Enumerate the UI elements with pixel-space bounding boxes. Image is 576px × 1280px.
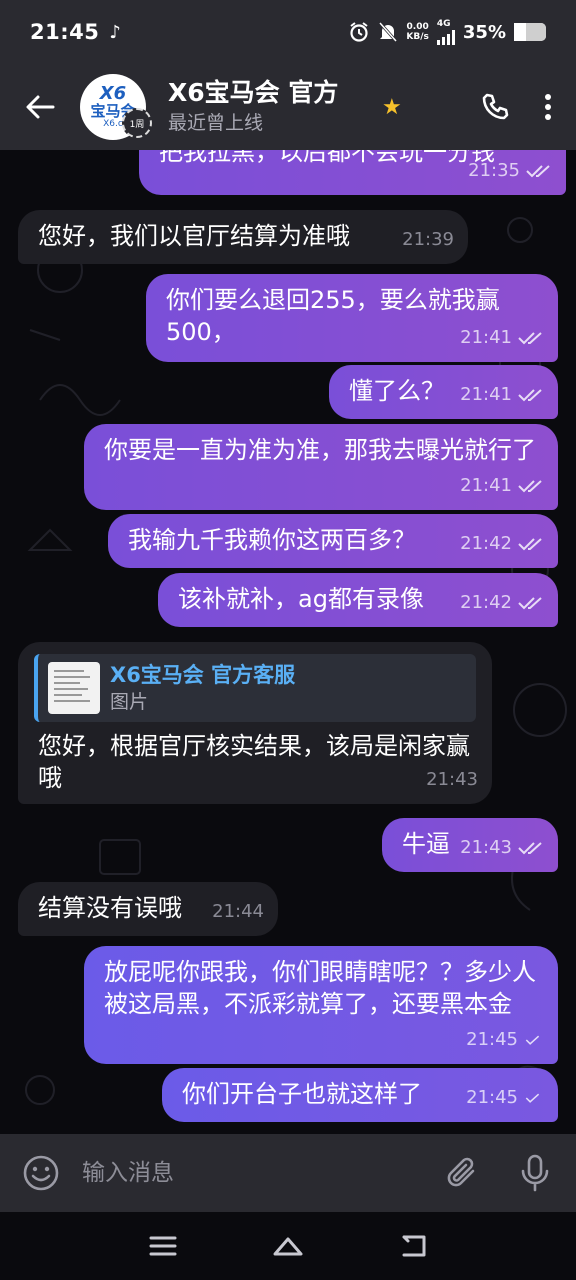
home-button[interactable] [258,1221,318,1271]
tiktok-icon: ♪ [109,21,121,43]
system-navigation-bar [0,1212,576,1280]
message-time: 21:45 [466,1029,518,1050]
reply-preview[interactable]: X6宝马会 官方客服 图片 [34,654,476,722]
avatar-badge: 1周 [122,108,152,138]
double-check-icon [518,842,542,855]
battery-icon [514,23,546,41]
message-bubble-outgoing[interactable]: 把我拉黑，以后都不会玩一分钱 21:35 [139,150,566,195]
double-check-icon [518,480,542,493]
battery-percent: 35% [462,21,506,43]
chat-title: X6宝马会 官方 [168,78,339,107]
message-bubble-outgoing[interactable]: 懂了么？ 21:41 [329,365,558,419]
message-time: 21:41 [460,327,512,348]
network-type: 4G [436,18,451,29]
microphone-icon [521,1154,549,1192]
system-back-button[interactable] [383,1221,443,1271]
avatar-url: X6.c [103,119,123,129]
net-speed-value: 0.00 [406,22,429,32]
message-meta: 21:41 [460,322,544,354]
back-arrow-icon [26,95,55,119]
check-icon [525,1035,540,1045]
message-bubble-outgoing[interactable]: 牛逼 21:43 [382,818,558,872]
voice-button[interactable] [512,1150,558,1196]
message-bubble-outgoing[interactable]: 该补就补，ag都有录像 21:42 [158,573,558,627]
message-meta: 21:41 [460,470,544,502]
message-meta: 21:43 [426,764,478,796]
message-meta: 21:42 [460,528,544,560]
status-time: 21:45 [30,20,100,44]
message-bubble-incoming-reply[interactable]: X6宝马会 官方客服 图片 您好，根据官厅核实结果，该局是闲家赢哦 21:43 [18,642,492,804]
menu-lines-icon [149,1236,177,1256]
message-bubble-outgoing[interactable]: 你要是一直为准为准，那我去曝光就行了 21:41 [84,424,558,510]
message-bubble-incoming[interactable]: 您好，我们以官厅结算为准哦 21:39 [18,210,468,264]
message-bubble-outgoing[interactable]: 你们要么退回255，要么就我赢500， 21:41 [146,274,558,362]
chat-subtitle: 最近曾上线 [168,112,264,134]
message-time: 21:35 [468,160,520,181]
back-return-icon [402,1235,426,1257]
double-check-icon [518,332,542,345]
more-options-button[interactable] [520,82,576,132]
message-time: 21:41 [460,384,512,405]
emoji-button[interactable] [18,1150,64,1196]
alarm-icon [350,22,369,42]
message-list[interactable]: 把我拉黑，以后都不会玩一分钱 21:35 您好，我们以官厅结算为准哦 21:39… [0,150,576,1134]
message-text: 您好，我们以官厅结算为准哦 [38,222,350,250]
message-time: 21:39 [402,229,454,250]
message-time: 21:43 [426,769,478,790]
message-meta: 21:39 [402,224,454,256]
signal-icon [436,29,455,45]
avatar[interactable]: X6 宝马会 X6.c 1周 [80,74,152,140]
message-bubble-outgoing[interactable]: 放屁呢你跟我，你们眼睛瞎呢？？多少人被这局黑，不派彩就算了，还要黑本金 21:4… [84,946,558,1064]
emoji-icon [23,1155,59,1191]
network-indicator: 4G [436,18,455,45]
message-input[interactable] [82,1160,440,1186]
message-bubble-outgoing[interactable]: 我输九千我赖你这两百多？ 21:42 [108,514,558,568]
message-time: 21:43 [460,837,512,858]
double-check-icon [526,165,550,178]
more-vertical-icon [545,94,551,120]
message-bubble-incoming[interactable]: 结算没有误哦 21:44 [18,882,278,936]
paperclip-icon [447,1157,475,1187]
net-speed: 0.00 KB/s [406,22,428,42]
message-bubble-outgoing[interactable]: 你们开台子也就这样了 21:45 [162,1068,558,1122]
message-meta: 21:41 [460,379,544,411]
message-time: 21:42 [460,533,512,554]
double-check-icon [518,538,542,551]
reply-content-type: 图片 [110,691,149,713]
reply-sender-name: X6宝马会 官方客服 [110,663,296,687]
status-bar: 21:45 ♪ 0.00 KB/s 4G 35% [0,0,576,64]
message-meta: 21:44 [212,896,264,928]
message-meta: 21:45 [466,1024,544,1056]
composer-bar [0,1134,576,1212]
message-text: 放屁呢你跟我，你们眼睛瞎呢？？多少人被这局黑，不派彩就算了，还要黑本金 [104,958,536,1018]
attach-button[interactable] [440,1150,486,1196]
call-button[interactable] [470,82,520,132]
message-meta: 21:42 [460,587,544,619]
message-meta: 21:35 [468,155,552,187]
check-icon [525,1093,540,1103]
message-time: 21:44 [212,901,264,922]
home-icon [273,1237,303,1256]
message-time: 21:45 [466,1087,518,1108]
message-meta: 21:45 [466,1082,544,1114]
phone-icon [482,93,509,120]
double-check-icon [518,597,542,610]
mute-bell-icon [379,22,398,42]
recent-apps-button[interactable] [133,1221,193,1271]
chat-title-box[interactable]: X6宝马会 官方 最近曾上线 [168,77,378,137]
message-meta: 21:43 [460,832,544,864]
net-speed-unit: KB/s [406,32,429,42]
back-button[interactable] [0,64,80,150]
double-check-icon [518,389,542,402]
reply-thumbnail [48,662,100,714]
status-icons: 0.00 KB/s 4G 35% [348,18,546,45]
avatar-logo: X6 [99,83,127,104]
message-time: 21:41 [460,475,512,496]
message-text: 你要是一直为准为准，那我去曝光就行了 [104,436,536,464]
message-time: 21:42 [460,592,512,613]
chat-header: X6 宝马会 X6.c 1周 X6宝马会 官方 最近曾上线 ★ [0,64,576,150]
message-text: 您好，根据官厅核实结果，该局是闲家赢哦 [38,732,470,792]
star-icon: ★ [382,94,402,120]
